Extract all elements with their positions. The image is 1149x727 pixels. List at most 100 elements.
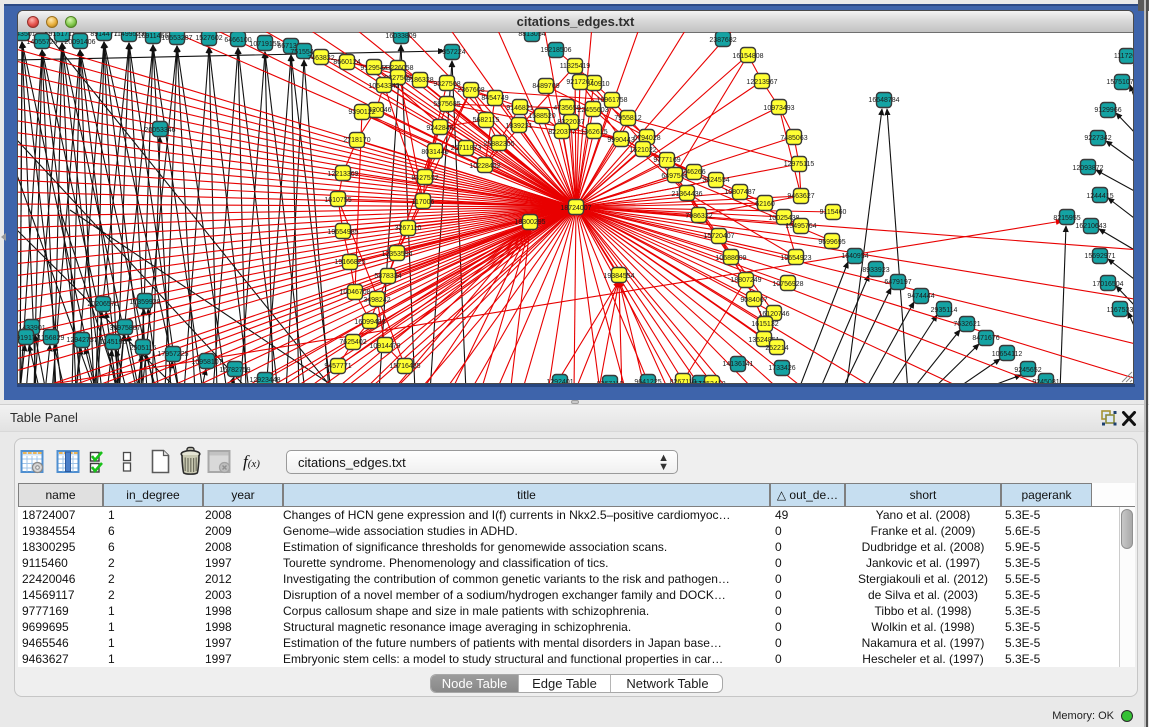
svg-text:10543342: 10543342	[368, 83, 399, 90]
svg-text:1588520: 1588520	[528, 113, 555, 120]
svg-text:8427552: 8427552	[411, 175, 438, 182]
svg-text:9084067: 9084067	[740, 297, 767, 304]
svg-text:7986322: 7986322	[685, 213, 712, 220]
svg-text:2387682: 2387682	[709, 37, 736, 44]
svg-text:9390122: 9390122	[348, 109, 375, 116]
svg-text:19218506: 19218506	[540, 47, 571, 54]
svg-text:1839221: 1839221	[505, 123, 532, 130]
svg-text:252214: 252214	[765, 345, 788, 352]
svg-text:117006: 117006	[412, 199, 435, 206]
svg-text:15692971: 15692971	[1084, 253, 1115, 260]
svg-text:3624554: 3624554	[702, 177, 729, 184]
svg-text:14136141: 14136141	[722, 361, 753, 368]
svg-text:9227342: 9227342	[1084, 135, 1111, 142]
svg-text:7463822: 7463822	[307, 55, 334, 62]
svg-text:9245081: 9245081	[1032, 379, 1059, 383]
svg-text:15720407: 15720407	[703, 233, 734, 240]
svg-text:4735650: 4735650	[553, 105, 580, 112]
svg-text:12093872: 12093872	[1072, 165, 1103, 172]
svg-text:19654985: 19654985	[327, 229, 358, 236]
svg-text:62160: 62160	[755, 201, 775, 208]
svg-text:18724007: 18724007	[560, 205, 591, 212]
svg-text:17359938: 17359938	[129, 299, 160, 306]
svg-text:10756928: 10756928	[772, 281, 803, 288]
svg-text:8489709: 8489709	[532, 83, 559, 90]
svg-text:10228452: 10228452	[469, 163, 500, 170]
svg-text:8186328: 8186328	[406, 77, 433, 84]
svg-text:21364436: 21364436	[671, 191, 702, 198]
svg-text:1621022: 1621022	[629, 147, 656, 154]
svg-text:8267110: 8267110	[597, 381, 624, 383]
svg-text:10553287: 10553287	[161, 35, 192, 42]
svg-text:18807249: 18807249	[730, 277, 761, 284]
svg-text:10046708: 10046708	[339, 289, 370, 296]
svg-text:19166825: 19166825	[334, 259, 365, 266]
svg-text:22455603: 22455603	[577, 107, 608, 114]
svg-text:16961758: 16961758	[596, 97, 627, 104]
svg-text:1145195: 1145195	[100, 339, 127, 346]
svg-text:10654112: 10654112	[992, 351, 1023, 358]
svg-text:9474444: 9474444	[907, 293, 934, 300]
svg-text:10914479: 10914479	[369, 343, 400, 350]
svg-text:25882305: 25882305	[483, 141, 514, 148]
svg-text:1640954: 1640954	[841, 253, 868, 260]
svg-text:1117204: 1117204	[1114, 53, 1133, 60]
svg-text:8454749: 8454749	[481, 95, 508, 102]
svg-text:7357224: 7357224	[438, 49, 465, 56]
svg-text:16782759: 16782759	[219, 367, 250, 374]
svg-text:14055724: 14055724	[26, 39, 57, 46]
svg-text:9457771: 9457771	[324, 363, 351, 370]
svg-text:2643501: 2643501	[18, 32, 36, 38]
svg-text:6466100: 6466100	[224, 37, 251, 44]
svg-text:12923448: 12923448	[249, 377, 280, 383]
svg-text:9245652: 9245652	[1014, 367, 1041, 374]
svg-text:8220377: 8220377	[548, 129, 575, 136]
svg-text:18300295: 18300295	[514, 219, 545, 226]
svg-text:8215955: 8215955	[1053, 215, 1080, 222]
svg-text:9115460: 9115460	[820, 209, 847, 216]
svg-text:16033809: 16033809	[385, 33, 416, 40]
svg-text:12975115: 12975115	[784, 161, 815, 168]
svg-text:20091406: 20091406	[64, 39, 95, 46]
svg-text:3267110: 3267110	[395, 225, 422, 232]
svg-text:12942737: 12942737	[66, 337, 97, 344]
svg-text:5682115: 5682115	[473, 117, 500, 124]
svg-text:8031440: 8031440	[421, 149, 448, 156]
svg-text:30975887: 30975887	[109, 325, 140, 332]
svg-text:16154808: 16154808	[732, 53, 763, 60]
svg-text:20053346: 20053346	[144, 127, 175, 134]
svg-text:10958107: 10958107	[191, 359, 222, 366]
svg-text:2367608: 2367608	[457, 87, 484, 94]
svg-text:5875685: 5875685	[433, 101, 460, 108]
svg-text:9777169: 9777169	[653, 157, 680, 164]
svg-text:3919171: 3919171	[18, 335, 40, 342]
svg-text:2935114: 2935114	[931, 307, 958, 314]
svg-text:9641225: 9641225	[634, 379, 661, 383]
svg-text:5878334: 5878334	[374, 273, 401, 280]
svg-text:9151711: 9151711	[49, 32, 76, 38]
svg-text:16099489: 16099489	[354, 319, 385, 326]
svg-text:12353594: 12353594	[381, 251, 412, 258]
svg-text:6479197: 6479197	[884, 279, 911, 286]
svg-text:9129966: 9129966	[1094, 107, 1121, 114]
svg-text:2505115: 2505115	[130, 345, 157, 352]
svg-text:3498242: 3498242	[363, 297, 390, 304]
svg-text:1292401: 1292401	[546, 379, 573, 383]
svg-text:8813054: 8813054	[518, 32, 545, 38]
svg-text:11325419: 11325419	[560, 63, 591, 70]
svg-text:2718170: 2718170	[343, 137, 370, 144]
svg-text:20206570: 20206570	[87, 301, 118, 308]
svg-text:1156829: 1156829	[38, 335, 65, 342]
svg-text:12213369: 12213369	[327, 171, 358, 178]
svg-text:1733426: 1733426	[768, 365, 795, 372]
svg-text:1167533: 1167533	[1107, 307, 1133, 314]
svg-text:15495764: 15495764	[785, 223, 816, 230]
svg-text:7485063: 7485063	[780, 135, 807, 142]
svg-text:1527602: 1527602	[195, 35, 222, 42]
svg-text:16210643: 16210643	[1075, 223, 1106, 230]
svg-text:9990443: 9990443	[607, 137, 634, 144]
svg-text:1615132: 1615132	[751, 321, 778, 328]
svg-text:25711873: 25711873	[451, 145, 482, 152]
svg-text:10688609: 10688609	[715, 255, 746, 262]
svg-text:9699695: 9699695	[818, 239, 845, 246]
